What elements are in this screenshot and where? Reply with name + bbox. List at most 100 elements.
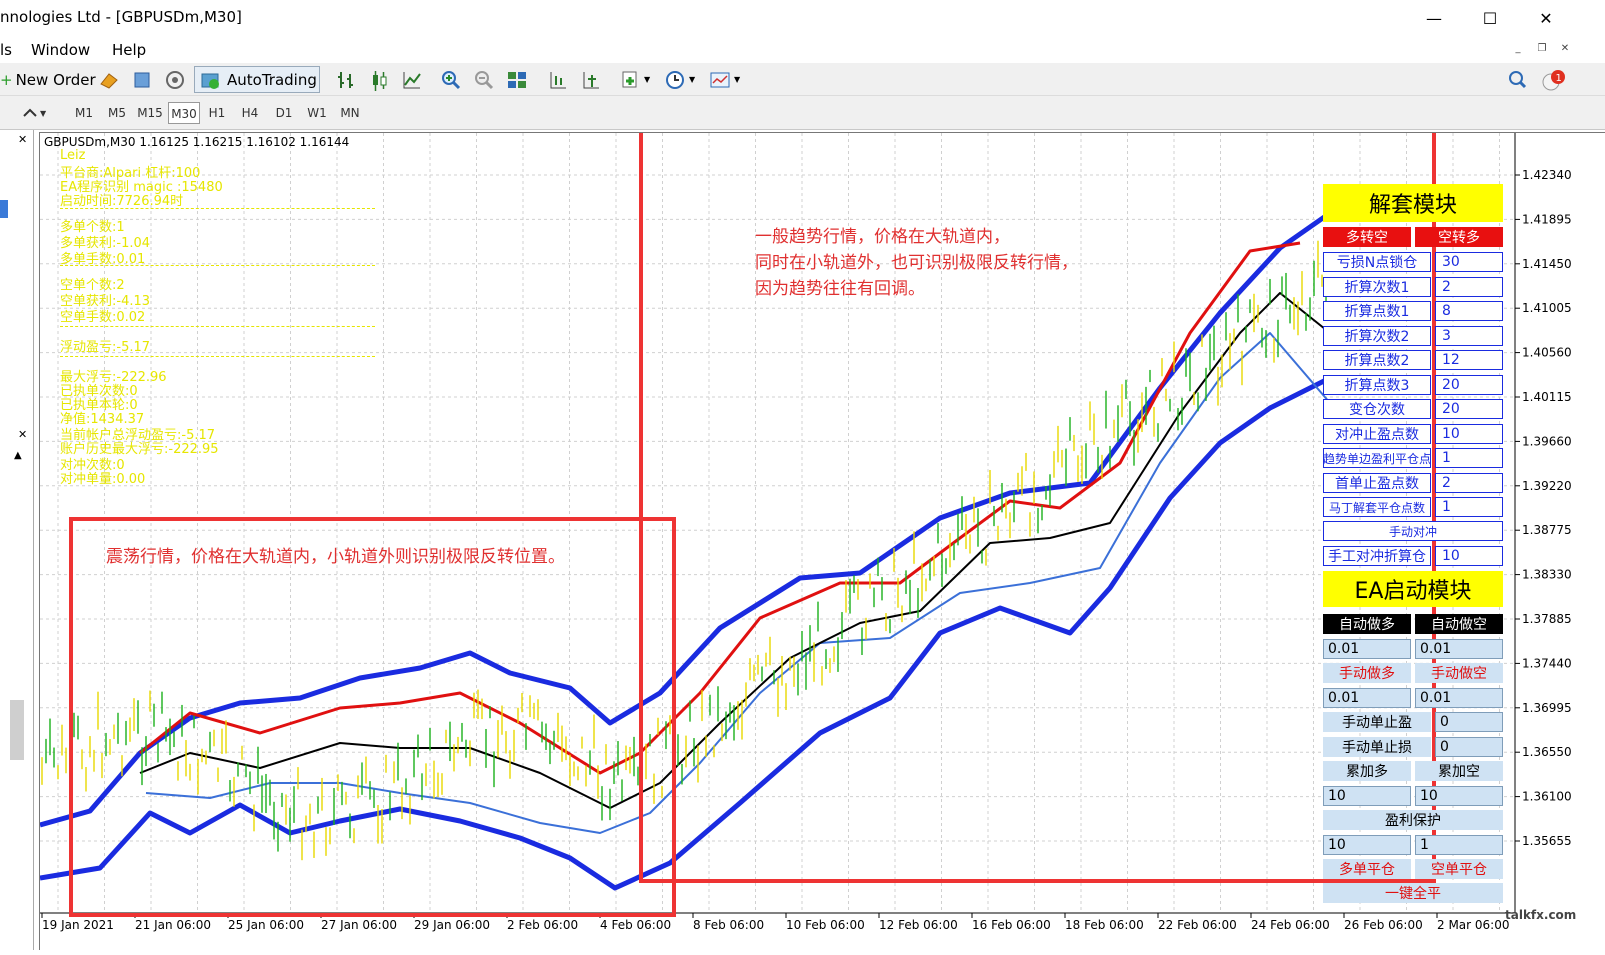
close-long-button[interactable]: 多单平仓 xyxy=(1323,859,1411,879)
tile-windows-icon[interactable] xyxy=(506,69,528,91)
scroll-up-icon[interactable]: ▲ xyxy=(14,450,22,461)
tf-mn[interactable]: MN xyxy=(334,102,366,124)
periods-icon[interactable] xyxy=(664,69,686,91)
zoom-in-icon[interactable] xyxy=(440,69,462,91)
manual-hedge-button[interactable]: 手动对冲 xyxy=(1323,521,1503,541)
window-title: nnologies Ltd - [GBPUSDm,M30] xyxy=(0,8,242,26)
manual-short-button[interactable]: 手动做空 xyxy=(1415,663,1503,683)
menu-tools[interactable]: ls xyxy=(0,41,12,59)
close-button[interactable]: ✕ xyxy=(1523,0,1569,37)
lot-input-2[interactable]: 0.01 xyxy=(1415,639,1503,659)
lot-input-1[interactable]: 0.01 xyxy=(1323,639,1411,659)
lot-input-3[interactable]: 0.01 xyxy=(1323,688,1411,708)
line-studies-icon[interactable]: ▼ xyxy=(22,104,52,126)
param-input[interactable]: 20 xyxy=(1435,399,1503,419)
indicators-icon[interactable] xyxy=(620,69,642,91)
templates-icon[interactable] xyxy=(709,69,731,91)
price-label: 1.41005 xyxy=(1522,301,1572,315)
param-input[interactable]: 12 xyxy=(1435,350,1503,370)
time-label: 26 Feb 06:00 xyxy=(1344,918,1423,932)
profit-protect-input-1[interactable]: 10 xyxy=(1323,835,1411,855)
chart-shift-icon[interactable] xyxy=(547,69,569,91)
param-input[interactable]: 2 xyxy=(1435,472,1503,493)
mdi-close-button[interactable]: ✕ xyxy=(1557,42,1573,56)
trend-annotation-line-3: 因为趋势往往有回调。 xyxy=(755,279,925,299)
price-label: 1.36100 xyxy=(1522,790,1572,804)
navigator-scrollbar[interactable] xyxy=(10,700,24,760)
autotrading-icon xyxy=(201,73,219,89)
minimize-button[interactable]: — xyxy=(1411,0,1457,37)
metaeditor-icon[interactable] xyxy=(98,69,120,91)
close-all-button[interactable]: 一键全平 xyxy=(1323,883,1503,903)
menu-bar: ls Window Help xyxy=(0,37,1605,63)
manual-tp-input[interactable]: 0 xyxy=(1435,712,1503,732)
menu-help[interactable]: Help xyxy=(112,41,146,59)
zoom-out-icon[interactable] xyxy=(473,69,495,91)
add-short-button[interactable]: 累加空 xyxy=(1415,761,1503,781)
price-label: 1.42340 xyxy=(1522,168,1572,182)
long-to-short-button[interactable]: 多转空 xyxy=(1323,227,1411,247)
lot-input-4[interactable]: 0.01 xyxy=(1415,688,1503,708)
time-label: 2 Feb 06:00 xyxy=(507,918,578,932)
mdi-restore-button[interactable]: ❐ xyxy=(1534,42,1550,56)
search-icon[interactable] xyxy=(1507,69,1529,91)
periods-dropdown-icon[interactable]: ▼ xyxy=(689,75,695,84)
indicators-dropdown-icon[interactable]: ▼ xyxy=(644,75,650,84)
tf-m1[interactable]: M1 xyxy=(68,102,100,124)
manual-long-button[interactable]: 手动做多 xyxy=(1323,663,1411,683)
param-input[interactable]: 10 xyxy=(1435,423,1503,444)
new-order-button[interactable]: + New Order xyxy=(0,67,96,93)
templates-dropdown-icon[interactable]: ▼ xyxy=(734,75,740,84)
menu-window[interactable]: Window xyxy=(31,41,90,59)
short-to-long-button[interactable]: 空转多 xyxy=(1415,227,1503,247)
price-label: 1.39660 xyxy=(1522,434,1572,448)
tf-w1[interactable]: W1 xyxy=(301,102,333,124)
price-label: 1.40560 xyxy=(1522,346,1572,360)
add-long-button[interactable]: 累加多 xyxy=(1323,761,1411,781)
param-label: 折算次数2 xyxy=(1323,325,1431,346)
autoscroll-icon[interactable] xyxy=(580,69,602,91)
price-label: 1.35655 xyxy=(1522,834,1572,848)
param-input[interactable]: 3 xyxy=(1435,325,1503,346)
param-input[interactable]: 2 xyxy=(1435,276,1503,297)
navigator-close-icon[interactable]: ✕ xyxy=(18,428,27,441)
add-short-input[interactable]: 10 xyxy=(1415,786,1503,806)
maximize-button[interactable]: ☐ xyxy=(1467,0,1513,37)
tf-h1[interactable]: H1 xyxy=(201,102,233,124)
add-long-input[interactable]: 10 xyxy=(1323,786,1411,806)
notifications-icon[interactable]: 1 xyxy=(1540,69,1565,91)
manual-hedge-calc-input[interactable]: 10 xyxy=(1435,546,1503,566)
candlestick-icon[interactable] xyxy=(368,69,390,91)
autotrading-button[interactable]: AutoTrading xyxy=(194,66,320,93)
auto-short-button[interactable]: 自动做空 xyxy=(1415,614,1503,634)
price-label: 1.41450 xyxy=(1522,257,1572,271)
price-label: 1.40115 xyxy=(1522,390,1572,404)
close-short-button[interactable]: 空单平仓 xyxy=(1415,859,1503,879)
manual-sl-input[interactable]: 0 xyxy=(1435,737,1503,757)
tf-h4[interactable]: H4 xyxy=(234,102,266,124)
profit-protect-button[interactable]: 盈利保护 xyxy=(1323,810,1503,830)
tf-m15[interactable]: M15 xyxy=(134,102,166,124)
line-chart-icon[interactable] xyxy=(401,69,423,91)
ea-info-line: 浮动盈亏:-5.17 xyxy=(60,340,151,355)
history-icon[interactable] xyxy=(131,69,153,91)
param-input[interactable]: 1 xyxy=(1435,497,1503,517)
mdi-minimize-button[interactable]: _ xyxy=(1510,42,1526,56)
price-label: 1.36995 xyxy=(1522,701,1572,715)
param-input[interactable]: 20 xyxy=(1435,374,1503,395)
param-input[interactable]: 30 xyxy=(1435,252,1503,272)
trend-annotation-line-2: 同时在小轨道外，也可识别极限反转行情， xyxy=(755,253,1078,273)
param-input[interactable]: 8 xyxy=(1435,301,1503,321)
price-label: 1.39220 xyxy=(1522,479,1572,493)
auto-long-button[interactable]: 自动做多 xyxy=(1323,614,1411,634)
ea-info-line: 对冲单量:0.00 xyxy=(60,472,146,487)
manual-sl-label: 手动单止损 xyxy=(1323,737,1431,757)
signals-icon[interactable] xyxy=(164,69,186,91)
panel-close-icon[interactable]: ✕ xyxy=(18,133,27,146)
tf-m5[interactable]: M5 xyxy=(101,102,133,124)
tf-d1[interactable]: D1 xyxy=(268,102,300,124)
param-input[interactable]: 1 xyxy=(1435,448,1503,468)
bar-chart-icon[interactable] xyxy=(335,69,357,91)
profit-protect-input-2[interactable]: 1 xyxy=(1415,835,1503,855)
tf-m30[interactable]: M30 xyxy=(168,102,200,124)
